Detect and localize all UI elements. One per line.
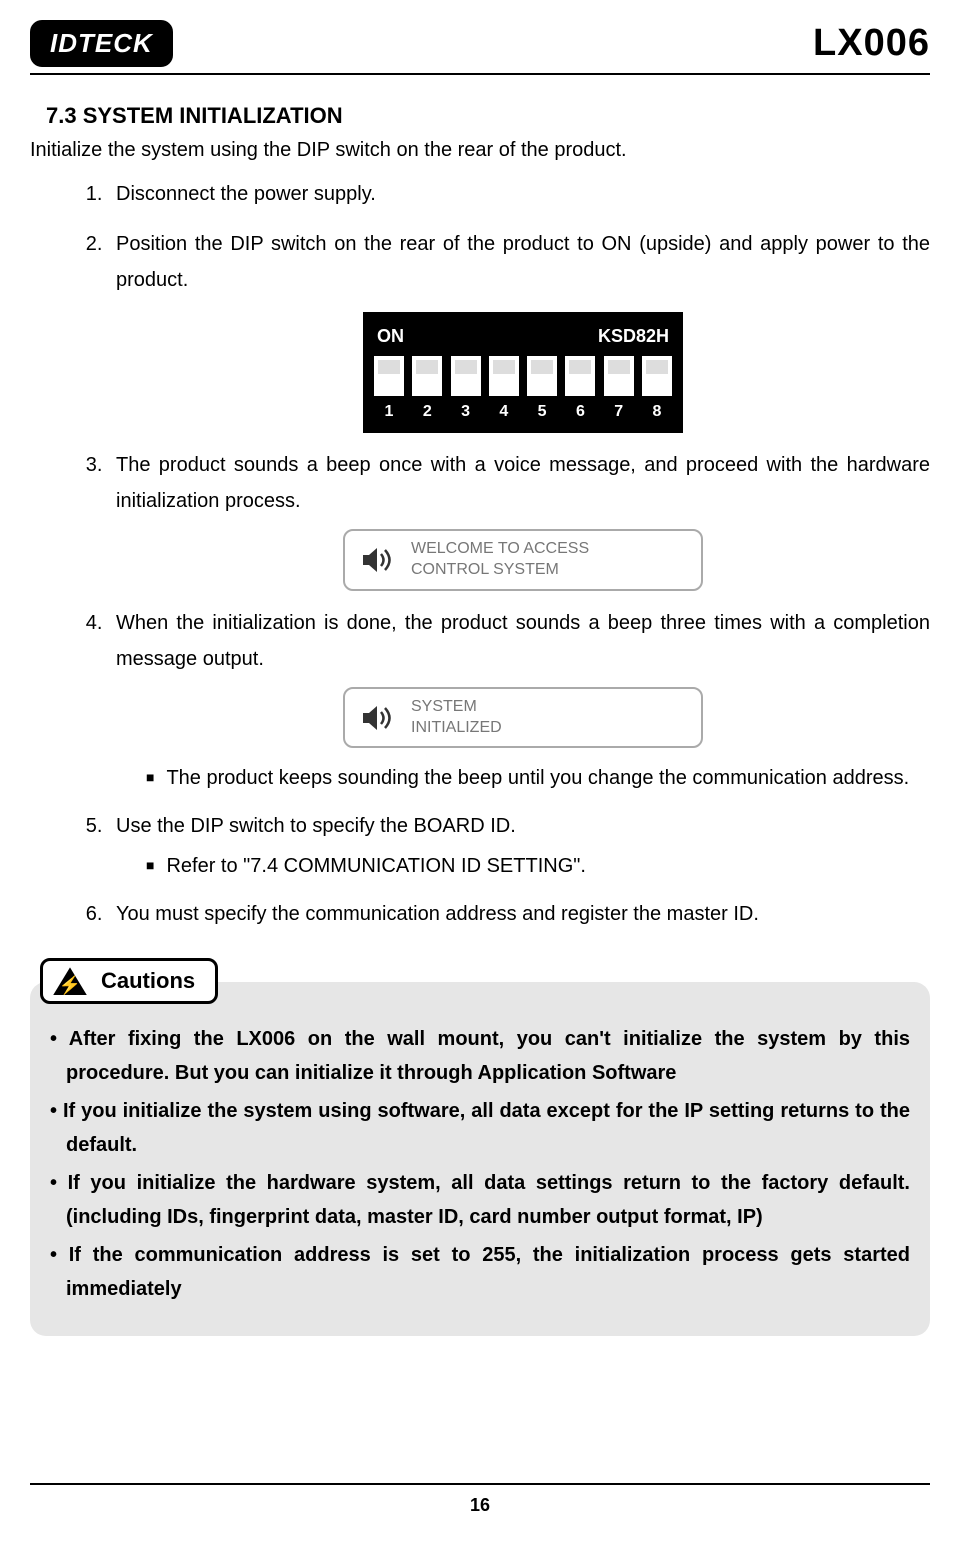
section-heading: 7.3 SYSTEM INITIALIZATION <box>46 103 930 129</box>
step-5-bullet: Refer to "7.4 COMMUNICATION ID SETTING". <box>146 850 930 882</box>
caution-item: • If you initialize the system using sof… <box>50 1094 910 1162</box>
dip-number: 7 <box>614 398 623 427</box>
caution-item: • After fixing the LX006 on the wall mou… <box>50 1022 910 1090</box>
dip-switch-figure: ON KSD82H 1 2 3 4 5 6 7 8 <box>363 312 683 433</box>
dip-slot: 5 <box>526 356 558 427</box>
dip-on-label: ON <box>377 320 404 352</box>
dip-switch-row: 1 2 3 4 5 6 7 8 <box>373 356 673 427</box>
product-code: LX006 <box>813 22 930 65</box>
step-4-bullet: The product keeps sounding the beep unti… <box>146 762 930 794</box>
dip-box-icon <box>604 356 634 396</box>
step-5-text: Use the DIP switch to specify the BOARD … <box>116 815 516 837</box>
step-6: You must specify the communication addre… <box>108 896 930 932</box>
step-1: Disconnect the power supply. <box>108 176 930 212</box>
dip-box-icon <box>451 356 481 396</box>
init-line-1: SYSTEM <box>411 697 502 718</box>
dip-box-icon <box>527 356 557 396</box>
dip-number: 3 <box>461 398 470 427</box>
cautions-badge: ⚡ Cautions <box>40 958 218 1004</box>
dip-slot: 2 <box>411 356 443 427</box>
dip-number: 4 <box>499 398 508 427</box>
dip-model-label: KSD82H <box>598 320 669 352</box>
section-intro: Initialize the system using the DIP swit… <box>30 139 930 162</box>
lightning-warning-icon: ⚡ <box>53 967 87 995</box>
step-3: The product sounds a beep once with a vo… <box>108 447 930 591</box>
step-4-sublist: The product keeps sounding the beep unti… <box>116 762 930 794</box>
initialized-message-text: SYSTEM INITIALIZED <box>411 697 502 739</box>
dip-slot: 1 <box>373 356 405 427</box>
page-header: IDTECK LX006 <box>30 20 930 75</box>
step-2: Position the DIP switch on the rear of t… <box>108 226 930 433</box>
initialized-message-box: SYSTEM INITIALIZED <box>343 687 703 749</box>
page-footer: 16 <box>30 1483 930 1516</box>
dip-number: 5 <box>538 398 547 427</box>
dip-number: 6 <box>576 398 585 427</box>
brand-logo: IDTECK <box>30 20 173 67</box>
dip-box-icon <box>489 356 519 396</box>
dip-box-icon <box>412 356 442 396</box>
dip-number: 2 <box>423 398 432 427</box>
dip-box-icon <box>374 356 404 396</box>
dip-slot: 7 <box>603 356 635 427</box>
step-4: When the initialization is done, the pro… <box>108 605 930 795</box>
dip-number: 1 <box>385 398 394 427</box>
welcome-message-box: WELCOME TO ACCESS CONTROL SYSTEM <box>343 529 703 591</box>
step-4-text: When the initialization is done, the pro… <box>116 612 930 670</box>
dip-number: 8 <box>653 398 662 427</box>
dip-slot: 8 <box>641 356 673 427</box>
cautions-title: Cautions <box>101 968 195 994</box>
dip-slot: 3 <box>450 356 482 427</box>
welcome-line-1: WELCOME TO ACCESS <box>411 539 589 560</box>
cautions-section: ⚡ Cautions • After fixing the LX006 on t… <box>30 958 930 1336</box>
page-number: 16 <box>470 1495 490 1515</box>
caution-item: • If you initialize the hardware system,… <box>50 1166 910 1234</box>
welcome-line-2: CONTROL SYSTEM <box>411 560 589 581</box>
dip-box-icon <box>642 356 672 396</box>
dip-slot: 6 <box>564 356 596 427</box>
speaker-icon <box>359 700 395 736</box>
steps-list: Disconnect the power supply. Position th… <box>30 176 930 932</box>
init-line-2: INITIALIZED <box>411 718 502 739</box>
cautions-body: • After fixing the LX006 on the wall mou… <box>30 982 930 1336</box>
dip-box-icon <box>565 356 595 396</box>
speaker-icon <box>359 542 395 578</box>
step-5: Use the DIP switch to specify the BOARD … <box>108 808 930 882</box>
welcome-message-text: WELCOME TO ACCESS CONTROL SYSTEM <box>411 539 589 581</box>
caution-item: • If the communication address is set to… <box>50 1238 910 1306</box>
step-2-text: Position the DIP switch on the rear of t… <box>116 233 930 291</box>
dip-slot: 4 <box>488 356 520 427</box>
step-3-text: The product sounds a beep once with a vo… <box>116 454 930 512</box>
step-5-sublist: Refer to "7.4 COMMUNICATION ID SETTING". <box>116 850 930 882</box>
